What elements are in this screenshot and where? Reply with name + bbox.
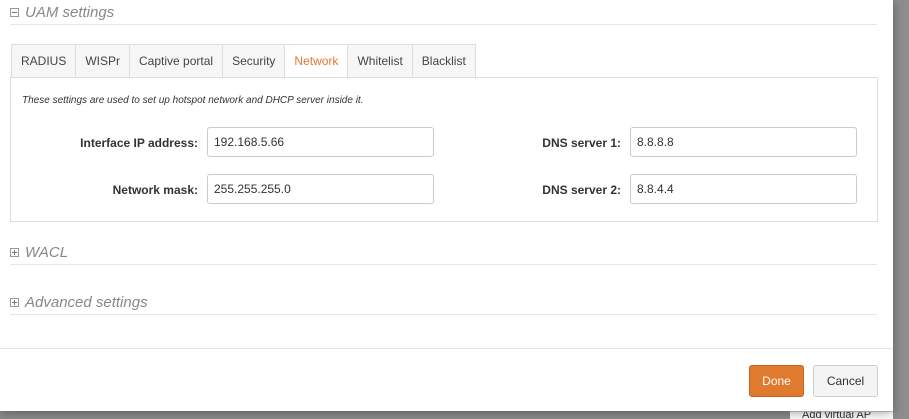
interface-ip-label: Interface IP address: (80, 136, 198, 150)
done-button[interactable]: Done (749, 365, 804, 397)
tab-radius[interactable]: RADIUS (11, 44, 76, 78)
modal-dialog: UAM settings RADIUS WISPr Captive portal… (0, 0, 893, 411)
plus-square-icon[interactable] (10, 297, 19, 307)
cancel-button[interactable]: Cancel (813, 365, 878, 397)
tab-captive-portal[interactable]: Captive portal (129, 44, 223, 78)
dns-server-2-label: DNS server 2: (542, 183, 621, 197)
tab-whitelist[interactable]: Whitelist (347, 44, 412, 78)
dns-server-1-label: DNS server 1: (542, 136, 621, 150)
tab-wispr[interactable]: WISPr (75, 44, 130, 78)
footer-divider (0, 348, 893, 349)
network-mask-input[interactable]: 255.255.255.0 (207, 174, 434, 204)
dns-server-2-input[interactable]: 8.8.4.4 (630, 174, 857, 204)
network-description: These settings are used to set up hotspo… (22, 95, 364, 106)
tab-bar: RADIUS WISPr Captive portal Security Net… (11, 44, 476, 79)
advanced-settings-title: Advanced settings (25, 293, 148, 311)
network-mask-label: Network mask: (112, 183, 198, 197)
advanced-settings-header[interactable]: Advanced settings (10, 290, 877, 315)
uam-settings-title: UAM settings (25, 3, 115, 21)
wacl-header[interactable]: WACL (10, 240, 877, 265)
background-button-label: Add virtual AP (802, 411, 872, 419)
dns-server-1-input[interactable]: 8.8.8.8 (630, 127, 857, 157)
wacl-title: WACL (25, 243, 69, 261)
plus-square-icon[interactable] (10, 247, 19, 257)
tab-network[interactable]: Network (284, 44, 348, 79)
tab-security[interactable]: Security (222, 44, 285, 78)
tab-blacklist[interactable]: Blacklist (411, 44, 476, 78)
uam-settings-header[interactable]: UAM settings (10, 0, 877, 25)
background-add-virtual-ap-button: Add virtual AP (790, 411, 893, 419)
network-tab-panel: These settings are used to set up hotspo… (10, 77, 878, 222)
minus-square-icon[interactable] (10, 7, 19, 17)
interface-ip-input[interactable]: 192.168.5.66 (207, 127, 434, 157)
